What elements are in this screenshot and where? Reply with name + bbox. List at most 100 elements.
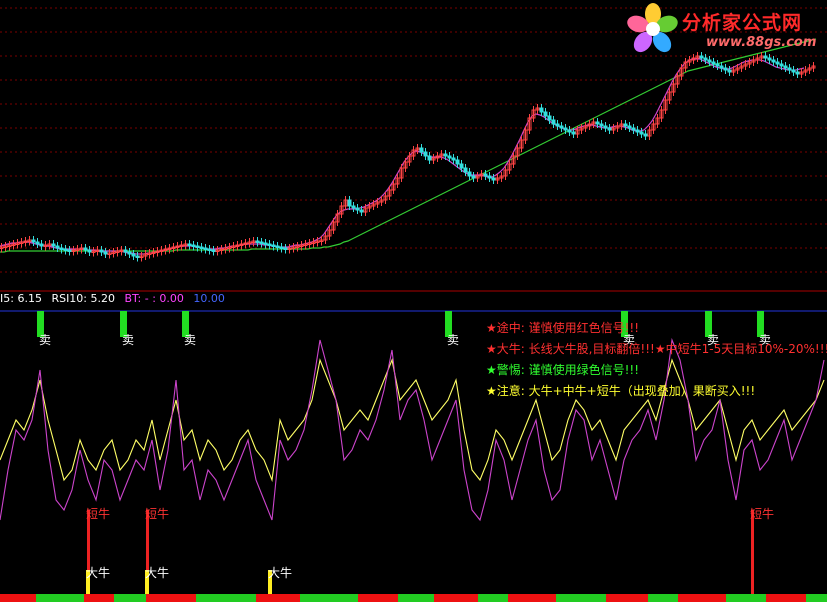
candle-body — [207, 248, 212, 251]
note-daniu: ★大牛: 长线大牛股,目标翻倍!!!★中短牛1-5天目标10%-20%!!! — [486, 342, 827, 356]
candle-body — [639, 131, 644, 135]
candle-body — [355, 207, 360, 211]
candle-body — [791, 69, 796, 73]
candle-body — [539, 107, 544, 113]
candle-body — [711, 61, 716, 65]
note-jingti: ★警惕: 谨慎使用绿色信号!!! — [486, 363, 640, 377]
candle-body — [423, 151, 428, 157]
candle-body — [443, 153, 448, 157]
candle-body — [419, 147, 424, 153]
candle-body — [783, 65, 788, 69]
candle-body — [191, 244, 196, 247]
candle-body — [87, 249, 92, 253]
candle-body — [99, 249, 104, 253]
trend-strip-segment — [556, 594, 606, 602]
candle-body — [203, 247, 208, 250]
candle-body — [259, 241, 264, 244]
trend-strip-segment — [300, 594, 358, 602]
trend-strip-segment — [114, 594, 146, 602]
logo-title: 分析家公式网 — [682, 12, 803, 34]
candle-body — [83, 247, 88, 251]
candle-body — [491, 177, 496, 181]
candle-body — [607, 127, 612, 131]
candle-body — [723, 67, 728, 71]
sell-signal-label: 卖 — [39, 333, 51, 347]
logo-url: www.88gs.com — [706, 35, 817, 50]
candle-body — [447, 155, 452, 159]
duanniu-signal-label: 短牛 — [145, 506, 169, 521]
duanniu-signal-bar — [751, 510, 754, 602]
trend-strip-segment — [358, 594, 398, 602]
candle-body — [719, 65, 724, 69]
candle-body — [55, 245, 60, 249]
candle-body — [263, 242, 268, 245]
candle-body — [699, 55, 704, 59]
candle-body — [623, 123, 628, 127]
candle-body — [771, 59, 776, 63]
trend-strip-segment — [508, 594, 556, 602]
candle-body — [555, 123, 560, 127]
candle-body — [603, 125, 608, 129]
candle-body — [703, 57, 708, 61]
indicator-level: 10.00 — [193, 292, 225, 305]
indicator-header: I5: 6.15 RSI10: 5.20 BT: - : 0.00 10.00 — [0, 292, 231, 306]
note-tuzhong: ★途中: 谨慎使用红色信号!!! — [486, 321, 640, 335]
duanniu-signal-label: 短牛 — [750, 506, 774, 521]
candle-body — [279, 246, 284, 249]
candle-body — [459, 163, 464, 169]
candle-body — [63, 248, 68, 251]
candle-body — [359, 209, 364, 213]
trend-strip-segment — [146, 594, 196, 602]
candle-body — [283, 247, 288, 250]
candle-body — [707, 59, 712, 63]
candle-body — [267, 243, 272, 246]
chart-root: 卖卖卖卖卖卖卖短牛 短牛 短牛 大牛 大牛 大牛 I5: 6.15 RSI10: 5.20… — [0, 0, 827, 602]
candle-body — [627, 125, 632, 129]
candle-body — [463, 167, 468, 173]
flower-logo-icon — [627, 3, 678, 53]
indicator-bt: BT: - : 0.00 — [124, 292, 184, 305]
candle-body — [563, 127, 568, 131]
candle-body — [571, 131, 576, 135]
indicator-rsi10: RSI10: 5.20 — [51, 292, 115, 305]
trend-strip-segment — [398, 594, 434, 602]
candle-body — [199, 246, 204, 249]
candle-body — [567, 129, 572, 133]
trend-strip-segment — [196, 594, 256, 602]
candle-body — [51, 243, 56, 247]
duanniu-signal-label: 短牛 — [86, 506, 110, 521]
candle-body — [767, 57, 772, 61]
candle-body — [635, 129, 640, 133]
candle-body — [487, 175, 492, 179]
candle-body — [127, 251, 132, 255]
candle-body — [195, 245, 200, 248]
trend-strip-segment — [0, 594, 36, 602]
trend-strip-segment — [726, 594, 766, 602]
trend-strip-segment — [806, 594, 827, 602]
trend-strip-segment — [478, 594, 508, 602]
candle-body — [427, 155, 432, 161]
candle-body — [775, 61, 780, 65]
ma-short-line — [0, 58, 805, 255]
daniu-signal-label: 大牛 — [268, 565, 292, 580]
trend-strip-segment — [84, 594, 114, 602]
candle-body — [551, 119, 556, 125]
candle-body — [559, 125, 564, 129]
candle-body — [31, 239, 36, 243]
candle-body — [787, 67, 792, 71]
candle-body — [351, 205, 356, 209]
candle-body — [39, 243, 44, 247]
site-logo: 分析家公式网 www.88gs.com — [626, 2, 826, 56]
candle-body — [643, 133, 648, 137]
candle-body — [103, 251, 108, 255]
candle-body — [543, 111, 548, 117]
trend-strip-segment — [606, 594, 648, 602]
candle-body — [59, 247, 64, 250]
candle-body — [451, 157, 456, 161]
note-zhuyi: ★注意: 大牛+中牛+短牛（出现叠加）果断买入!!! — [486, 384, 756, 398]
candle-body — [131, 253, 136, 257]
sell-signal-label: 卖 — [447, 333, 459, 347]
candle-body — [271, 244, 276, 247]
candle-body — [455, 159, 460, 165]
daniu-signal-label: 大牛 — [145, 565, 169, 580]
